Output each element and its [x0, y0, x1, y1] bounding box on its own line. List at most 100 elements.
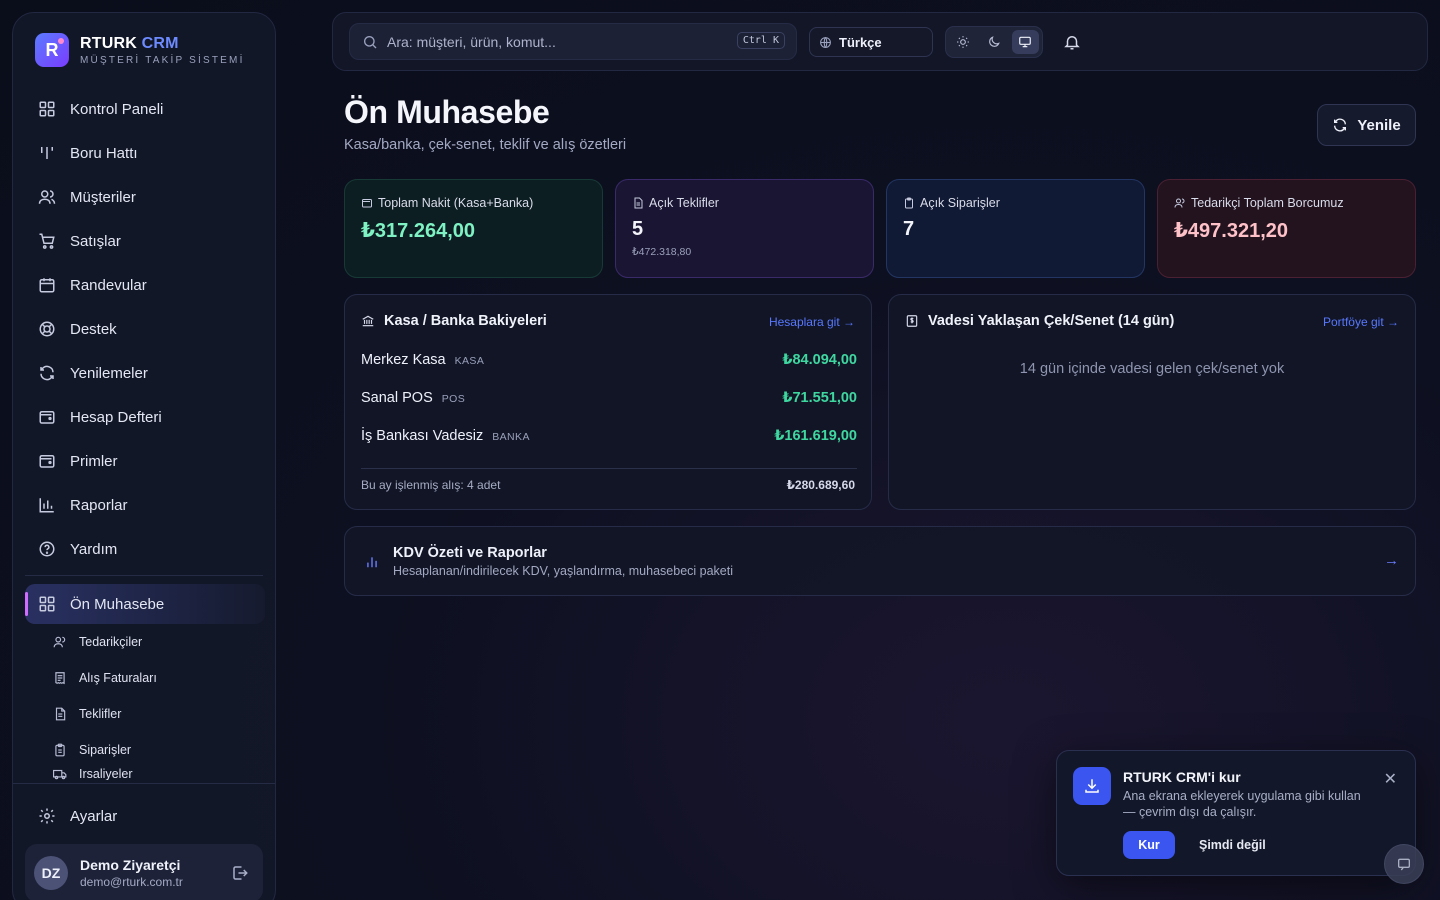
close-icon[interactable]: ✕ [1384, 769, 1397, 789]
kdv-reports-card[interactable]: KDV Özeti ve Raporlar Hesaplanan/indiril… [344, 526, 1416, 596]
search-icon [364, 35, 377, 48]
sidebar-item-label: Yenilemeler [70, 364, 148, 382]
sidebar-item-ayarlar[interactable]: Ayarlar [25, 796, 265, 836]
panel-title-text: Vadesi Yaklaşan Çek/Senet (14 gün) [928, 313, 1175, 329]
chat-button[interactable] [1384, 844, 1424, 884]
bell-icon[interactable] [1063, 33, 1081, 51]
sidebar-item-label: Yardım [70, 540, 118, 558]
sidebar-item-label: Primler [70, 452, 118, 470]
sidebar-item-label: Boru Hattı [70, 144, 138, 162]
calendar-icon [39, 278, 55, 293]
stat-value: ₺497.321,20 [1174, 220, 1289, 242]
divider [361, 468, 857, 469]
brand[interactable]: R RTURK CRM MÜŞTERİ TAKİP SİSTEMİ [35, 33, 245, 67]
brand-name: RTURK CRM [80, 34, 179, 52]
stat-card-open-offers[interactable]: Açık Teklifler 5 ₺472.318,80 [615, 179, 874, 278]
stat-label-text: Açık Siparişler [920, 196, 1000, 210]
portfolio-link[interactable]: Portföye git → [1323, 315, 1399, 329]
stat-value: 7 [903, 218, 915, 240]
user-email: demo@rturk.com.tr [80, 875, 183, 889]
sidebar-subitem-label: Tedarikçiler [79, 635, 143, 649]
pipeline-icon [41, 147, 53, 159]
stat-label: Açık Siparişler [903, 196, 1128, 210]
sidebar-divider [25, 575, 263, 576]
sidebar-item-label: Satışlar [70, 232, 121, 250]
sidebar-item-yardim[interactable]: Yardım [25, 527, 265, 571]
sidebar-subitem-label: İrsaliyeler [79, 768, 133, 780]
cheques-panel: Vadesi Yaklaşan Çek/Senet (14 gün) Portf… [888, 294, 1416, 510]
kdv-description: Hesaplanan/indirilecek KDV, yaşlandırma,… [393, 564, 734, 578]
sidebar-item-kontrol-paneli[interactable]: Kontrol Paneli [25, 87, 265, 131]
gear-icon [39, 808, 55, 824]
sidebar-subitem-irsaliyeler[interactable]: İrsaliyeler [25, 768, 265, 780]
theme-light-button[interactable] [949, 30, 976, 54]
sidebar-item-raporlar[interactable]: Raporlar [25, 483, 265, 527]
sidebar-item-musteriler[interactable]: Müşteriler [25, 175, 265, 219]
brand-subtitle: MÜŞTERİ TAKİP SİSTEMİ [80, 54, 245, 66]
install-title: RTURK CRM'i kur [1123, 769, 1241, 785]
sidebar-subitem-tedarikciler[interactable]: Tedarikçiler [25, 624, 265, 660]
user-name: Demo Ziyaretçi [80, 857, 181, 873]
monitor-icon [1019, 36, 1032, 48]
avatar: DZ [34, 856, 68, 890]
install-description: Ana ekrana ekleyerek uygulama gibi kulla… [1123, 789, 1361, 819]
search-input[interactable] [387, 33, 717, 50]
account-row[interactable]: Merkez Kasa KASA ₺84.094,00 [361, 352, 857, 368]
users-icon [38, 190, 56, 204]
sidebar-item-boru-hatti[interactable]: Boru Hattı [25, 131, 265, 175]
truck-icon [53, 769, 67, 780]
not-now-button[interactable]: Şimdi değil [1199, 838, 1266, 852]
stat-value: 5 [632, 218, 644, 240]
monthly-purchases-count: Bu ay işlenmiş alış: 4 adet [361, 478, 501, 492]
accounts-link[interactable]: Hesaplara git → [769, 315, 855, 329]
search-box[interactable]: Ctrl K [349, 23, 797, 60]
refresh-icon [1334, 118, 1347, 132]
install-button[interactable]: Kur [1123, 831, 1175, 859]
sidebar-item-primler[interactable]: Primler [25, 439, 265, 483]
chat-icon [1398, 858, 1410, 871]
arrow-right-icon[interactable]: → [1384, 552, 1399, 569]
account-name: Merkez Kasa [361, 352, 446, 368]
cart-icon [39, 233, 55, 249]
page-title: Ön Muhasebe [344, 94, 550, 130]
bar-chart-icon [367, 557, 377, 568]
sidebar-item-on-muhasebe[interactable]: Ön Muhasebe [25, 584, 265, 624]
sidebar-item-label: Ayarlar [70, 807, 118, 825]
stat-card-total-cash[interactable]: Toplam Nakit (Kasa+Banka) ₺317.264,00 [344, 179, 603, 278]
account-row[interactable]: Sanal POS POS ₺71.551,00 [361, 390, 857, 406]
stat-card-open-orders[interactable]: Açık Siparişler 7 [886, 179, 1145, 278]
sidebar-item-hesap-defteri[interactable]: Hesap Defteri [25, 395, 265, 439]
logout-icon[interactable] [231, 864, 249, 882]
account-name: Sanal POS [361, 390, 433, 406]
sidebar-item-yenilemeler[interactable]: Yenilemeler [25, 351, 265, 395]
users-icon [1174, 198, 1185, 208]
sidebar-subitem-siparisler[interactable]: Siparişler [25, 732, 265, 768]
theme-system-button[interactable] [1011, 30, 1039, 54]
theme-dark-button[interactable] [980, 30, 1007, 54]
sidebar-subitem-teklifler[interactable]: Teklifler [25, 696, 265, 732]
stat-subvalue: ₺472.318,80 [632, 246, 692, 258]
user-card[interactable]: DZ Demo Ziyaretçi demo@rturk.com.tr [25, 844, 263, 900]
sidebar-item-randevular[interactable]: Randevular [25, 263, 265, 307]
stat-card-supplier-debt[interactable]: Tedarikçi Toplam Borcumuz ₺497.321,20 [1157, 179, 1416, 278]
stat-label: Toplam Nakit (Kasa+Banka) [361, 196, 586, 210]
receipt-icon [55, 672, 65, 685]
logo: R [35, 33, 69, 67]
account-amount: ₺161.619,00 [774, 428, 857, 444]
account-amount: ₺84.094,00 [782, 352, 857, 368]
sidebar-item-label: Müşteriler [70, 188, 136, 206]
sidebar-subitem-alis-faturalari[interactable]: Alış Faturaları [25, 660, 265, 696]
account-row[interactable]: İş Bankası Vadesiz BANKA ₺161.619,00 [361, 428, 857, 444]
language-select[interactable]: Türkçe [809, 27, 933, 57]
empty-state: 14 gün içinde vadesi gelen çek/senet yok [1019, 361, 1285, 377]
sidebar-item-label: Raporlar [70, 496, 128, 514]
kdv-title: KDV Özeti ve Raporlar [393, 545, 547, 561]
sidebar-item-destek[interactable]: Destek [25, 307, 265, 351]
document-icon [55, 707, 66, 721]
sidebar-item-satislar[interactable]: Satışlar [25, 219, 265, 263]
sidebar-item-label: Destek [70, 320, 117, 338]
clipboard-icon [55, 743, 65, 757]
stat-label-text: Toplam Nakit (Kasa+Banka) [378, 196, 534, 210]
moon-icon [989, 36, 1000, 47]
refresh-button[interactable]: Yenile [1317, 104, 1416, 146]
